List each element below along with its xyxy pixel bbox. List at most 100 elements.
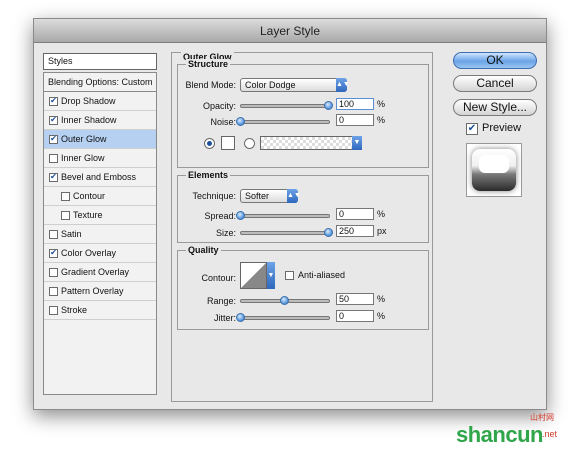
style-item-label: Gradient Overlay: [61, 267, 130, 277]
quality-group: Quality Contour: ▼ Anti-aliased Range: 5…: [177, 245, 429, 330]
size-slider-knob[interactable]: [324, 228, 333, 237]
window-title: Layer Style: [34, 19, 546, 43]
style-checkbox[interactable]: ✔: [49, 248, 58, 258]
watermark-logo: shancun 山村网 .net: [446, 410, 576, 450]
range-slider-knob[interactable]: [280, 296, 289, 305]
opacity-label: Opacity:: [202, 101, 236, 111]
spread-slider-knob[interactable]: [236, 211, 245, 220]
spread-slider[interactable]: [236, 211, 330, 220]
style-item-color-overlay[interactable]: ✔ Color Overlay: [44, 244, 156, 263]
noise-field[interactable]: 0: [336, 114, 374, 126]
outer-glow-panel: Outer Glow Structure Blend Mode: Color D…: [171, 52, 433, 402]
style-checkbox[interactable]: ✔: [49, 134, 58, 144]
preview-checkbox[interactable]: ✔: [466, 123, 478, 135]
style-checkbox[interactable]: ✔: [49, 115, 58, 125]
structure-group: Structure Blend Mode: Color Dodge ▲▼ Opa…: [177, 59, 429, 168]
blend-mode-label: Blend Mode:: [185, 80, 236, 90]
chevron-updown-icon: ▲▼: [336, 78, 350, 92]
range-field[interactable]: 50: [336, 293, 374, 305]
style-checkbox[interactable]: [49, 305, 58, 315]
gradient-picker[interactable]: ▼: [260, 136, 362, 150]
style-checkbox[interactable]: [49, 153, 58, 163]
glow-color-swatch[interactable]: [221, 136, 235, 150]
blend-mode-value: Color Dodge: [245, 80, 296, 90]
watermark-text: shancun: [456, 422, 543, 447]
cancel-button[interactable]: Cancel: [453, 75, 537, 92]
style-checkbox[interactable]: [49, 286, 58, 296]
noise-slider[interactable]: [236, 117, 330, 126]
style-item-label: Pattern Overlay: [61, 286, 124, 296]
gradient-radio[interactable]: [244, 138, 255, 149]
ok-button[interactable]: OK: [453, 52, 537, 69]
opacity-slider-knob[interactable]: [324, 101, 333, 110]
preview-swatch: [472, 149, 516, 191]
style-item-label: Contour: [73, 191, 106, 201]
style-item-contour[interactable]: Contour: [44, 187, 156, 206]
chevron-updown-icon: ▲▼: [287, 189, 301, 203]
style-item-label: Color Overlay: [61, 248, 117, 258]
jitter-slider[interactable]: [236, 313, 330, 322]
opacity-slider[interactable]: [240, 101, 333, 110]
contour-curve-icon: [241, 263, 266, 288]
range-unit: %: [377, 294, 386, 304]
noise-slider-knob[interactable]: [236, 117, 245, 126]
style-item-inner-shadow[interactable]: ✔ Inner Shadow: [44, 111, 156, 130]
size-slider[interactable]: [240, 228, 333, 237]
opacity-field[interactable]: 100: [336, 98, 374, 110]
structure-title: Structure: [186, 59, 231, 69]
style-item-label: Inner Shadow: [61, 115, 117, 125]
style-item-satin[interactable]: Satin: [44, 225, 156, 244]
style-checkbox[interactable]: [61, 191, 70, 201]
watermark-net: .net: [542, 429, 558, 439]
contour-picker[interactable]: [240, 262, 267, 289]
style-item-pattern-overlay[interactable]: Pattern Overlay: [44, 282, 156, 301]
style-checkbox[interactable]: [49, 267, 58, 277]
solid-color-radio[interactable]: [204, 138, 215, 149]
jitter-field[interactable]: 0: [336, 310, 374, 322]
anti-aliased-checkbox[interactable]: [285, 271, 294, 280]
spread-unit: %: [377, 209, 386, 219]
quality-title: Quality: [186, 245, 221, 255]
style-item-texture[interactable]: Texture: [44, 206, 156, 225]
style-item-drop-shadow[interactable]: ✔ Drop Shadow: [44, 92, 156, 111]
blending-options-item[interactable]: Blending Options: Custom: [44, 73, 156, 92]
size-field[interactable]: 250: [336, 225, 374, 237]
style-item-label: Satin: [61, 229, 82, 239]
anti-aliased-label: Anti-aliased: [298, 270, 346, 280]
jitter-slider-knob[interactable]: [236, 313, 245, 322]
style-item-label: Bevel and Emboss: [61, 172, 137, 182]
jitter-label: Jitter:: [213, 313, 236, 323]
style-checkbox[interactable]: ✔: [49, 172, 58, 182]
preview-label: Preview: [482, 122, 522, 134]
style-checkbox[interactable]: [49, 229, 58, 239]
opacity-unit: %: [377, 99, 386, 109]
styles-list: Blending Options: Custom ✔ Drop Shadow ✔ In…: [43, 72, 157, 395]
elements-group: Elements Technique: Softer ▲▼ Spread: 0 …: [177, 170, 429, 243]
watermark-sub: 山村网: [530, 413, 554, 422]
range-slider[interactable]: [240, 296, 330, 305]
preview-highlight: [479, 155, 509, 173]
style-checkbox[interactable]: [61, 210, 70, 220]
style-item-bevel-and-emboss[interactable]: ✔ Bevel and Emboss: [44, 168, 156, 187]
style-item-label: Outer Glow: [61, 134, 107, 144]
styles-header[interactable]: Styles: [43, 53, 157, 70]
style-item-stroke[interactable]: Stroke: [44, 301, 156, 320]
style-checkbox[interactable]: ✔: [49, 96, 58, 106]
technique-select[interactable]: Softer ▲▼: [240, 189, 301, 203]
dropdown-arrow-icon: ▼: [352, 136, 362, 150]
style-item-inner-glow[interactable]: Inner Glow: [44, 149, 156, 168]
technique-label: Technique:: [192, 191, 236, 201]
style-item-label: Drop Shadow: [61, 96, 116, 106]
new-style-button[interactable]: New Style...: [453, 99, 537, 116]
spread-field[interactable]: 0: [336, 208, 374, 220]
contour-dropdown-icon[interactable]: ▼: [267, 262, 275, 289]
layer-style-dialog: Layer Style Styles Blending Options: Cus…: [33, 18, 547, 410]
size-label: Size:: [215, 228, 236, 238]
technique-value: Softer: [245, 191, 270, 201]
spread-label: Spread:: [204, 211, 236, 221]
style-item-gradient-overlay[interactable]: Gradient Overlay: [44, 263, 156, 282]
style-item-outer-glow[interactable]: ✔ Outer Glow: [44, 130, 156, 149]
style-item-label: Inner Glow: [61, 153, 105, 163]
style-item-label: Texture: [73, 210, 103, 220]
blend-mode-select[interactable]: Color Dodge ▲▼: [240, 78, 350, 92]
